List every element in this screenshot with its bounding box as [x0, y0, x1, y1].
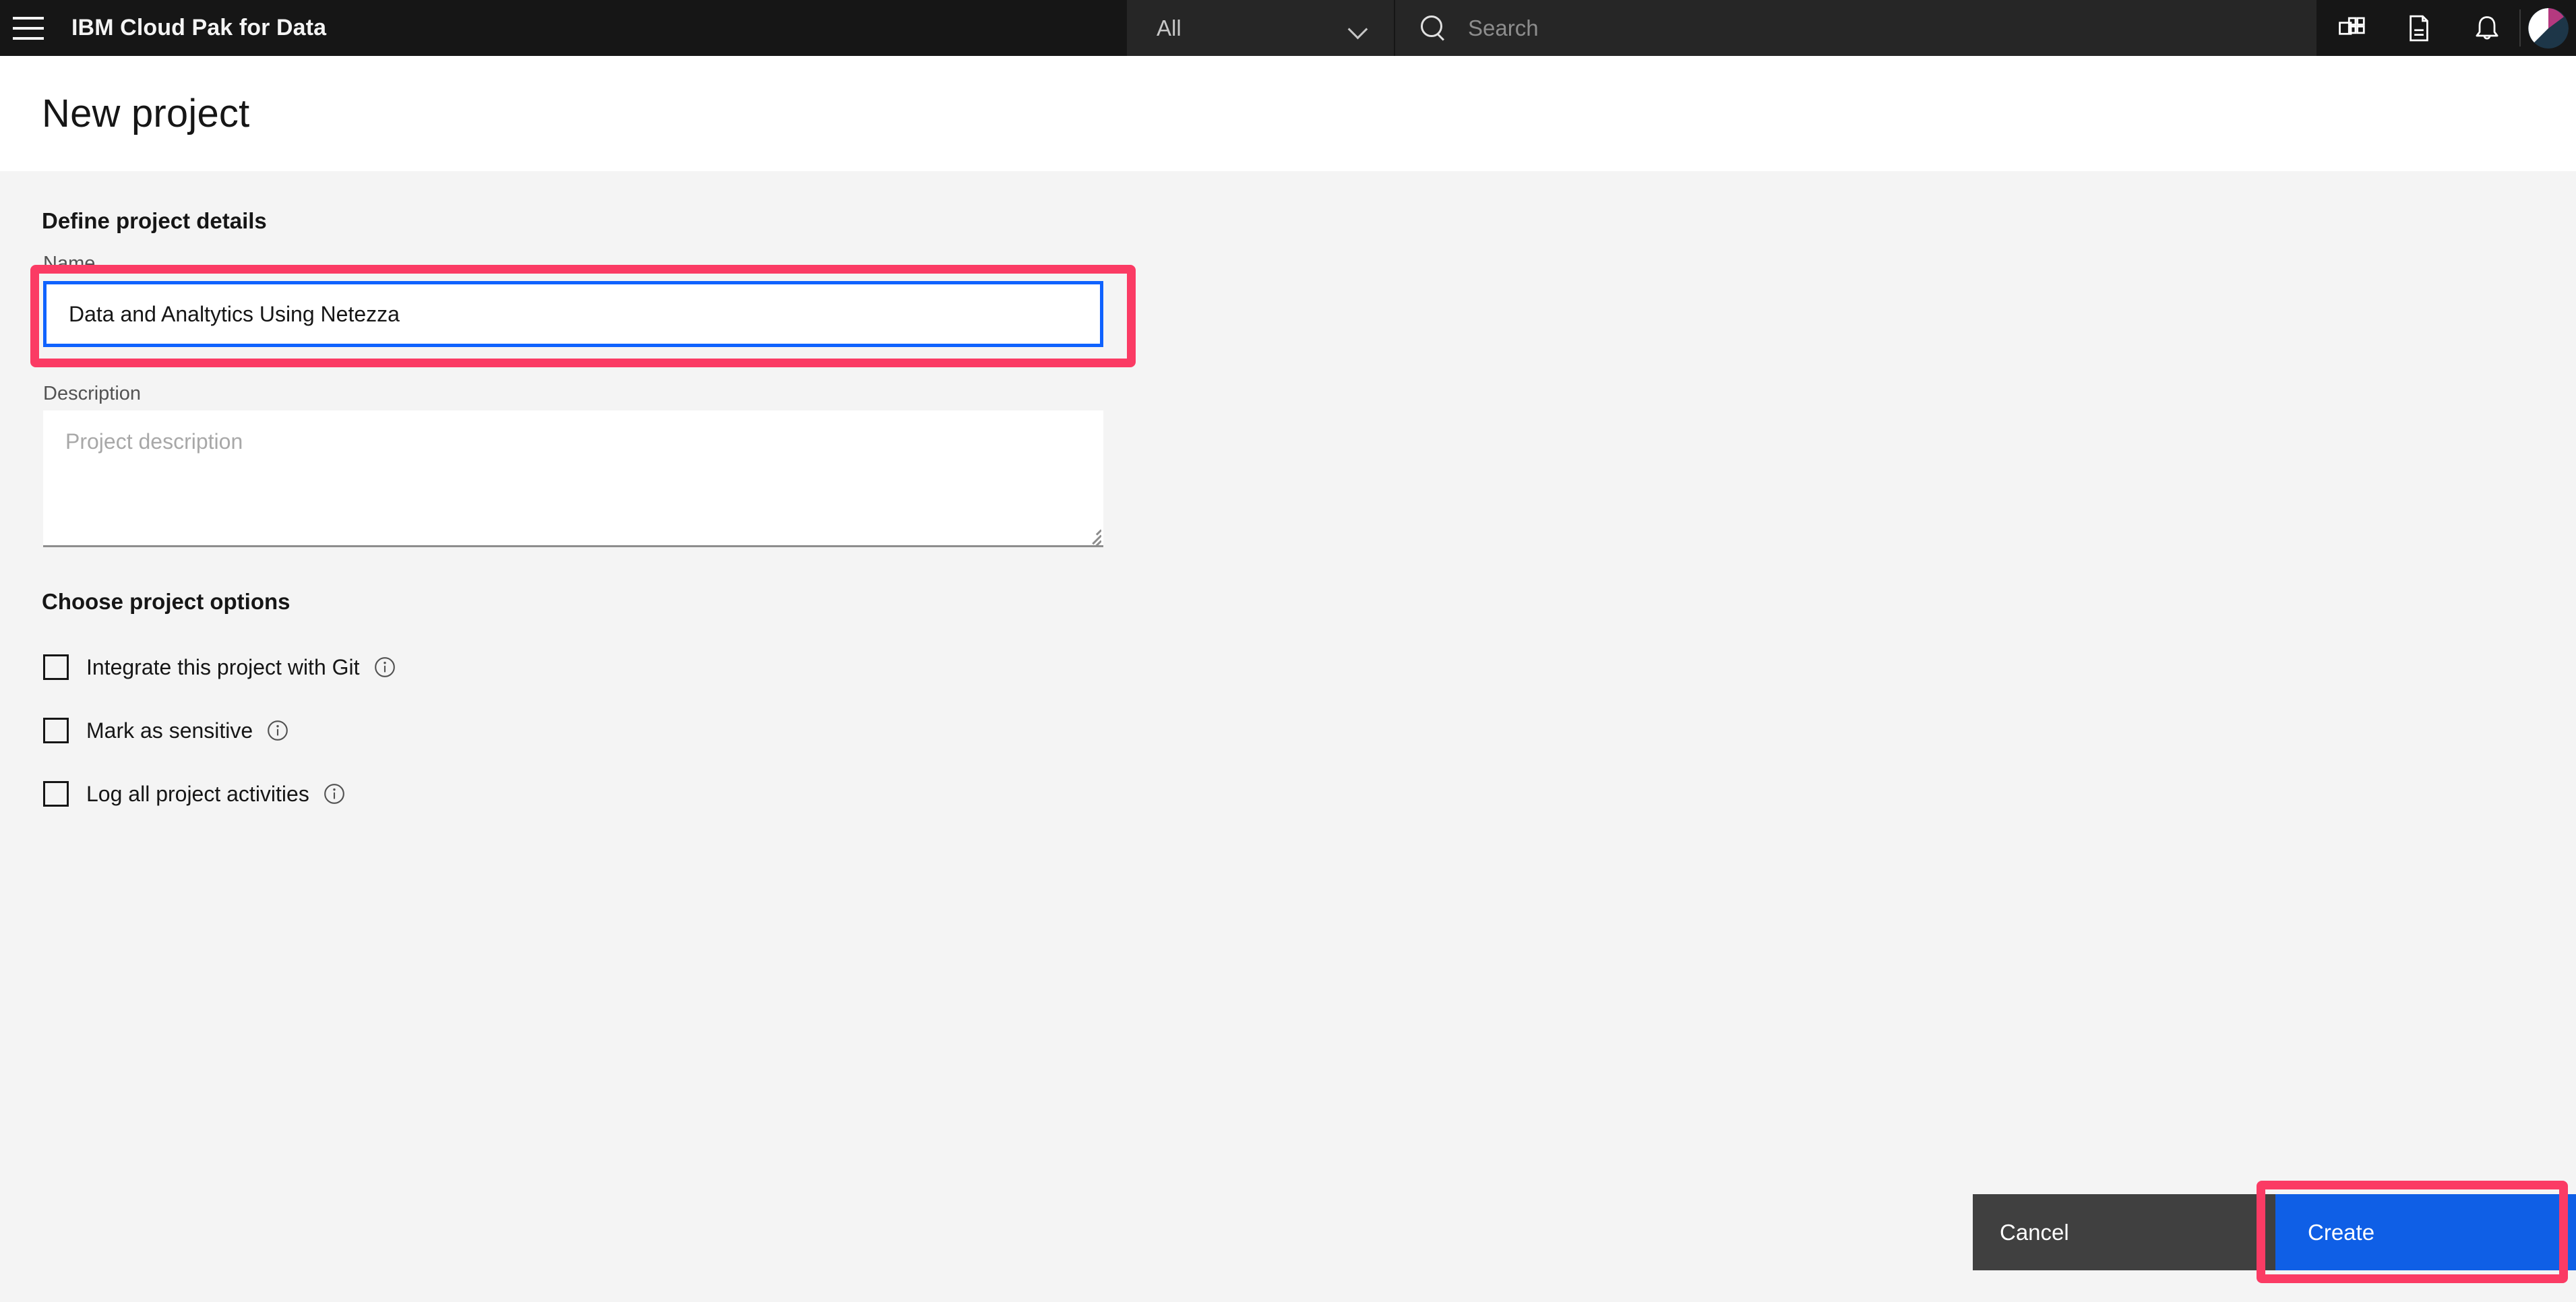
option-row-logging[interactable]: Log all project activities [43, 778, 346, 810]
option-label-sensitive: Mark as sensitive [86, 718, 253, 743]
hamburger-icon [12, 16, 44, 40]
user-avatar [2528, 7, 2569, 49]
app-switcher-button[interactable] [2323, 0, 2379, 56]
notification-bell-icon [2476, 16, 2498, 39]
header-icon-cluster [2317, 0, 2521, 56]
search-scope-dropdown[interactable]: All [1127, 0, 1394, 56]
project-name-input[interactable]: Data and Analtytics Using Netezza [43, 281, 1103, 347]
info-icon[interactable] [266, 719, 289, 742]
description-field-label: Description [43, 383, 142, 404]
main-content: Define project details Name Data and Ana… [0, 171, 2576, 1302]
search-input[interactable]: Search [1468, 16, 1539, 41]
notifications-button[interactable] [2459, 0, 2515, 56]
checkbox-sensitive[interactable] [43, 718, 69, 743]
textarea-resize-handle[interactable] [1081, 525, 1101, 545]
chevron-down-icon [1349, 22, 1370, 34]
user-profile-button[interactable] [2521, 0, 2576, 56]
section-heading-options: Choose project options [42, 589, 290, 614]
option-row-sensitive[interactable]: Mark as sensitive [43, 714, 289, 747]
name-field-label: Name [43, 253, 96, 274]
info-icon[interactable] [373, 656, 396, 679]
create-button[interactable]: Create [2275, 1194, 2576, 1270]
checkbox-logging[interactable] [43, 781, 69, 807]
option-label-logging: Log all project activities [86, 781, 309, 806]
documentation-button[interactable] [2391, 0, 2447, 56]
search-scope-value: All [1157, 15, 1182, 40]
search-icon [1419, 14, 1448, 42]
project-description-textarea[interactable]: Project description [43, 410, 1103, 547]
section-heading-details: Define project details [42, 208, 267, 233]
app-switcher-icon [2338, 17, 2365, 35]
page-title-band: New project [0, 56, 2576, 171]
global-search[interactable]: Search [1395, 0, 2317, 56]
option-row-git[interactable]: Integrate this project with Git [43, 651, 396, 683]
checkbox-git[interactable] [43, 654, 69, 680]
brand-title[interactable]: IBM Cloud Pak for Data [56, 0, 326, 56]
cancel-button[interactable]: Cancel [1973, 1194, 2275, 1270]
option-label-git: Integrate this project with Git [86, 654, 360, 679]
document-icon [2409, 15, 2428, 41]
menu-button[interactable] [0, 0, 56, 56]
page-title: New project [42, 92, 250, 135]
info-icon[interactable] [323, 782, 346, 805]
